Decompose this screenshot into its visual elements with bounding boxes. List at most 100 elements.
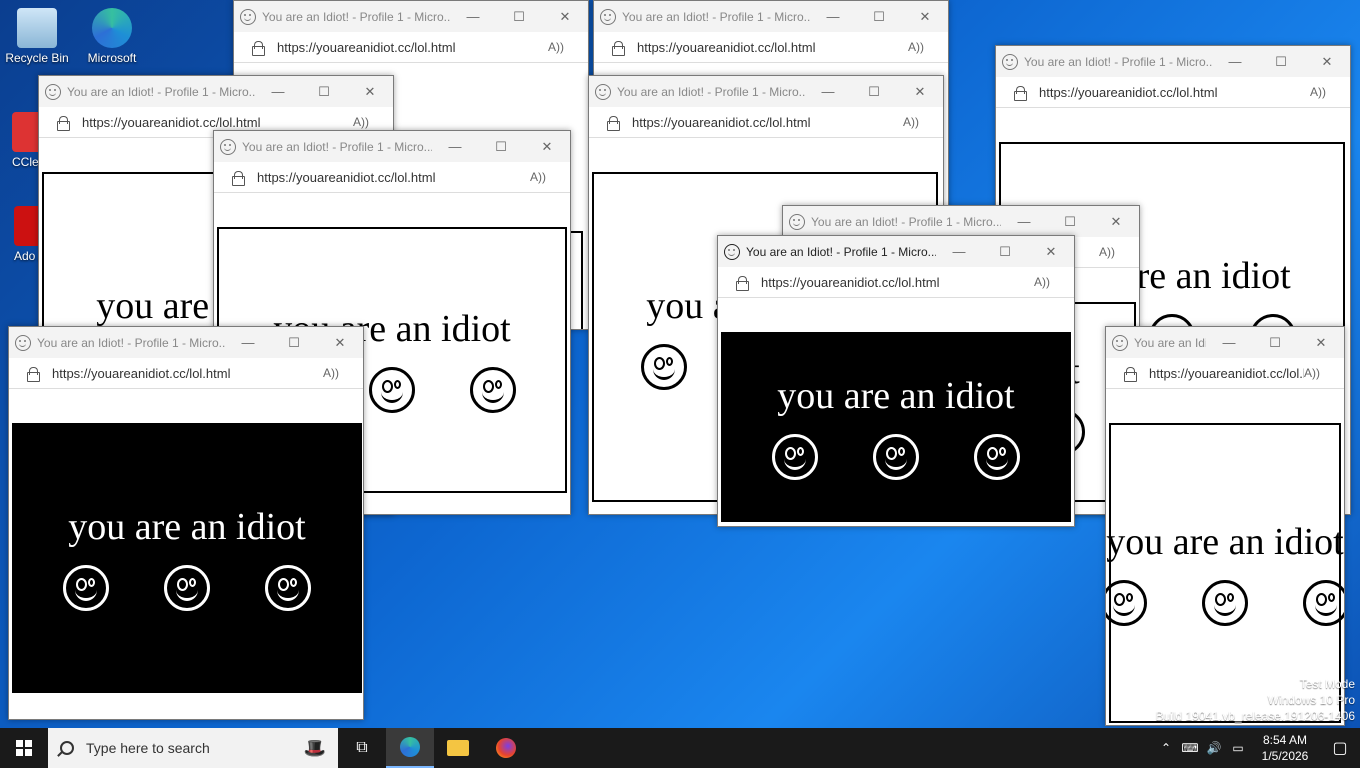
read-aloud-icon[interactable]: A)) (323, 366, 363, 380)
close-button[interactable]: ✕ (902, 1, 948, 32)
title-bar[interactable]: You are an Idiot! - Profile 1 - Micro...… (594, 1, 948, 32)
title-bar[interactable]: You are an Idiot! - Profile 1 - Micro...… (1106, 327, 1344, 358)
close-button[interactable]: ✕ (347, 76, 393, 107)
smiley-favicon-icon (600, 8, 616, 25)
title-bar[interactable]: You are an Idiot! - Profile 1 - Micro...… (718, 236, 1074, 267)
watermark-edition: Windows 10 Pro (1267, 693, 1355, 707)
minimize-button[interactable]: — (1001, 206, 1047, 237)
maximize-button[interactable]: ☐ (1258, 46, 1304, 77)
smiley-face-icon (265, 565, 311, 611)
taskbar-search[interactable]: Type here to search 🎩 (48, 728, 338, 768)
title-bar[interactable]: You are an Idiot! - Profile 1 - Micro...… (9, 327, 363, 358)
idiot-message: you are an idiot (1106, 521, 1344, 563)
address-bar[interactable]: https://youareanidiot.cc/lol.html A)) (718, 267, 1074, 298)
clock-date: 1/5/2026 (1261, 749, 1309, 763)
url-text[interactable]: https://youareanidiot.cc/lol.html (277, 40, 548, 55)
read-aloud-icon[interactable]: A)) (1310, 85, 1350, 99)
minimize-button[interactable]: — (1206, 327, 1252, 358)
task-view-button[interactable]: ⧉ (338, 728, 386, 768)
read-aloud-icon[interactable]: A)) (548, 40, 588, 54)
close-button[interactable]: ✕ (1304, 46, 1350, 77)
read-aloud-icon[interactable]: A)) (530, 170, 570, 184)
maximize-button[interactable]: ☐ (271, 327, 317, 358)
maximize-button[interactable]: ☐ (851, 76, 897, 107)
taskbar-firefox-button[interactable] (482, 728, 530, 768)
maximize-button[interactable]: ☐ (301, 76, 347, 107)
minimize-button[interactable]: — (936, 236, 982, 267)
title-bar[interactable]: You are an Idiot! - Profile 1 - Micro...… (234, 1, 588, 32)
minimize-button[interactable]: — (450, 1, 496, 32)
read-aloud-icon[interactable]: A)) (353, 115, 393, 129)
volume-icon[interactable]: 🔊 (1202, 741, 1226, 755)
display-icon[interactable]: ▭ (1226, 741, 1250, 755)
popup-window[interactable]: You are an Idiot! - Profile 1 - Micro...… (8, 326, 364, 720)
read-aloud-icon[interactable]: A)) (903, 115, 943, 129)
url-text[interactable]: https://youareanidiot.cc/lol.html (52, 366, 323, 381)
address-bar[interactable]: https://youareanidiot.cc/lol.html A)) (996, 77, 1350, 108)
url-text[interactable]: https://youareanidiot.cc/lol.html (257, 170, 530, 185)
minimize-button[interactable]: — (225, 327, 271, 358)
window-title: You are an Idiot! - Profile 1 - Micro... (67, 84, 255, 99)
maximize-button[interactable]: ☐ (856, 1, 902, 32)
maximize-button[interactable]: ☐ (1252, 327, 1298, 358)
url-text[interactable]: https://youareanidiot.cc/lol.html (1149, 366, 1304, 381)
windows-logo-icon (16, 740, 32, 756)
address-bar[interactable]: https://youareanidiot.cc/lol.html A)) (594, 32, 948, 63)
address-bar[interactable]: https://youareanidiot.cc/lol.html A)) (9, 358, 363, 389)
address-bar[interactable]: https://youareanidiot.cc/lol.html A)) (234, 32, 588, 63)
url-text[interactable]: https://youareanidiot.cc/lol.html (761, 275, 1034, 290)
maximize-button[interactable]: ☐ (1047, 206, 1093, 237)
minimize-button[interactable]: — (432, 131, 478, 162)
minimize-button[interactable]: — (255, 76, 301, 107)
smiley-face-icon (1106, 580, 1147, 626)
popup-window[interactable]: You are an Idiot! - Profile 1 - Micro...… (717, 235, 1075, 527)
title-bar[interactable]: You are an Idiot! - Profile 1 - Micro...… (589, 76, 943, 107)
title-bar[interactable]: You are an Idiot! - Profile 1 - Micro...… (214, 131, 570, 162)
taskbar: Type here to search 🎩 ⧉ ⌃ ⌨ 🔊 ▭ 8:54 AM … (0, 728, 1360, 768)
close-button[interactable]: ✕ (1093, 206, 1139, 237)
address-bar[interactable]: https://youareanidiot.cc/lol.html A)) (589, 107, 943, 138)
url-text[interactable]: https://youareanidiot.cc/lol.html (1039, 85, 1310, 100)
window-title: You are an Idiot! - Profile 1 - Micro... (1024, 54, 1212, 69)
maximize-button[interactable]: ☐ (478, 131, 524, 162)
url-text[interactable]: https://youareanidiot.cc/lol.html (632, 115, 903, 130)
search-placeholder: Type here to search (86, 740, 210, 756)
url-text[interactable]: https://youareanidiot.cc/lol.html (637, 40, 908, 55)
read-aloud-icon[interactable]: A)) (1304, 366, 1344, 380)
window-title: You are an Idiot! - Profile 1 - Micro... (242, 139, 432, 154)
close-button[interactable]: ✕ (897, 76, 943, 107)
start-button[interactable] (0, 728, 48, 768)
smiley-favicon-icon (724, 243, 740, 260)
close-button[interactable]: ✕ (542, 1, 588, 32)
close-button[interactable]: ✕ (1028, 236, 1074, 267)
minimize-button[interactable]: — (810, 1, 856, 32)
taskbar-edge-button[interactable] (386, 728, 434, 768)
firefox-icon (496, 738, 516, 758)
url-text[interactable]: https://youareanidiot.cc/lol.html (82, 115, 353, 130)
address-bar[interactable]: https://youareanidiot.cc/lol.html A)) (214, 162, 570, 193)
clock[interactable]: 8:54 AM 1/5/2026 (1250, 732, 1320, 764)
maximize-button[interactable]: ☐ (982, 236, 1028, 267)
title-bar[interactable]: You are an Idiot! - Profile 1 - Micro...… (39, 76, 393, 107)
desktop-icon-recycle-bin[interactable]: Recycle Bin (0, 8, 74, 65)
close-button[interactable]: ✕ (1298, 327, 1344, 358)
maximize-button[interactable]: ☐ (496, 1, 542, 32)
task-view-icon: ⧉ (356, 739, 368, 756)
minimize-button[interactable]: — (805, 76, 851, 107)
desktop-icon-edge[interactable]: Microsoft (75, 8, 149, 65)
smiley-face-icon (1303, 580, 1344, 626)
title-bar[interactable]: You are an Idiot! - Profile 1 - Micro...… (783, 206, 1139, 237)
network-icon[interactable]: ⌨ (1178, 741, 1202, 755)
read-aloud-icon[interactable]: A)) (1034, 275, 1074, 289)
read-aloud-icon[interactable]: A)) (1099, 245, 1139, 259)
chevron-up-icon[interactable]: ⌃ (1154, 741, 1178, 755)
address-bar[interactable]: https://youareanidiot.cc/lol.html A)) (1106, 358, 1344, 389)
title-bar[interactable]: You are an Idiot! - Profile 1 - Micro...… (996, 46, 1350, 77)
close-button[interactable]: ✕ (524, 131, 570, 162)
smiley-row (1106, 580, 1344, 626)
minimize-button[interactable]: — (1212, 46, 1258, 77)
read-aloud-icon[interactable]: A)) (908, 40, 948, 54)
taskbar-explorer-button[interactable] (434, 728, 482, 768)
notification-icon[interactable]: ▢ (1320, 738, 1360, 758)
close-button[interactable]: ✕ (317, 327, 363, 358)
